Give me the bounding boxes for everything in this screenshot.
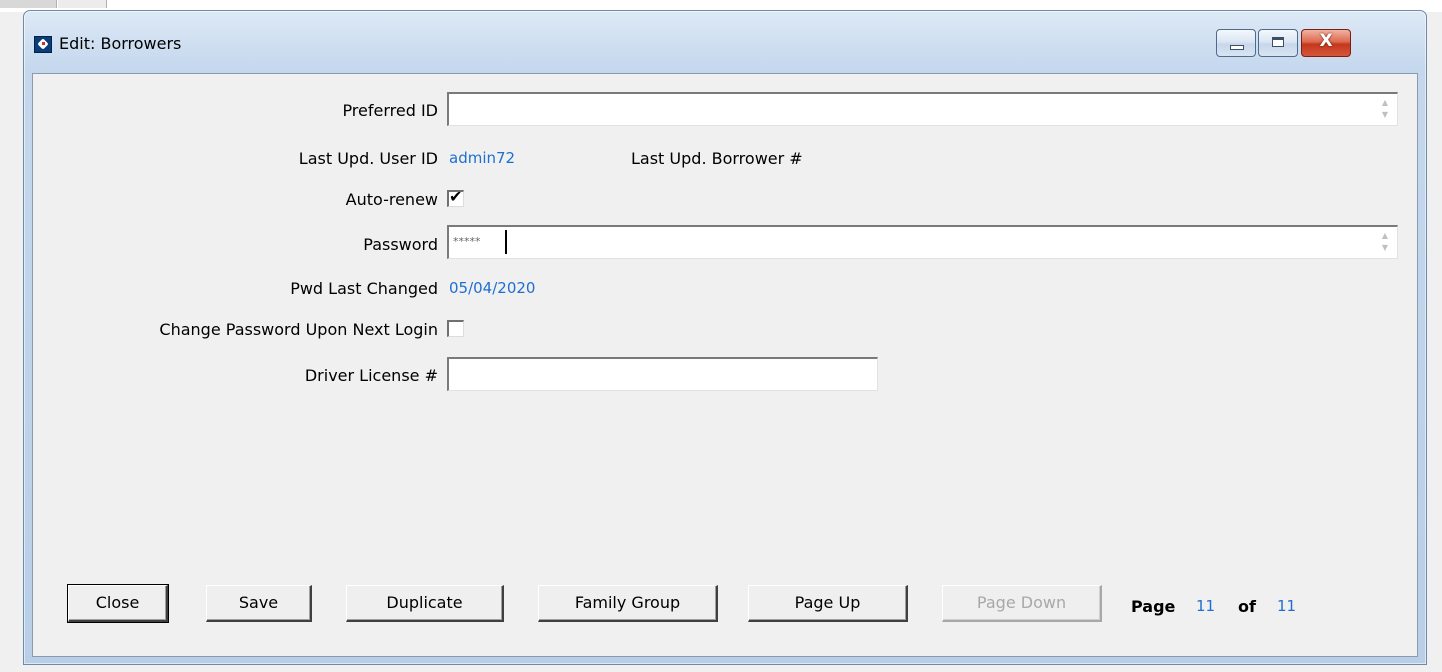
maximize-icon: [1272, 37, 1284, 47]
password-input[interactable]: ***** ▲ ▼: [447, 225, 1398, 259]
close-button[interactable]: Close: [68, 585, 168, 622]
title-bar[interactable]: Edit: Borrowers X: [24, 11, 1426, 73]
close-window-button[interactable]: X: [1301, 29, 1351, 57]
preferred-id-label: Preferred ID: [342, 101, 438, 120]
minimize-button[interactable]: [1216, 29, 1256, 57]
page-up-button[interactable]: Page Up: [748, 585, 908, 622]
background-tab: [0, 0, 57, 8]
password-label: Password: [363, 235, 438, 254]
close-icon: X: [1319, 31, 1333, 51]
field-scroll-icon[interactable]: ▲ ▼: [1379, 230, 1391, 254]
change-password-checkbox[interactable]: [447, 320, 464, 337]
driver-license-input[interactable]: [447, 357, 878, 391]
current-page: 11: [1196, 597, 1216, 615]
auto-renew-label: Auto-renew: [345, 190, 438, 209]
app-icon[interactable]: [34, 36, 52, 53]
field-scroll-icon[interactable]: ▲ ▼: [1379, 97, 1391, 121]
page-down-button: Page Down: [942, 585, 1102, 622]
maximize-button[interactable]: [1258, 29, 1298, 57]
change-password-label: Change Password Upon Next Login: [159, 320, 438, 339]
family-group-button[interactable]: Family Group: [538, 585, 718, 622]
minimize-icon: [1230, 45, 1244, 50]
checkmark-icon: ✔: [449, 187, 463, 206]
preferred-id-input[interactable]: ▲ ▼: [447, 92, 1398, 126]
password-mask: *****: [453, 235, 481, 248]
background-tab: [58, 0, 107, 8]
duplicate-button[interactable]: Duplicate: [346, 585, 504, 622]
text-caret: [505, 230, 507, 254]
form-panel: Preferred ID ▲ ▼ Last Upd. User ID admin7…: [32, 73, 1418, 657]
auto-renew-checkbox[interactable]: ✔: [447, 187, 464, 207]
last-upd-user-id-value: admin72: [449, 149, 516, 167]
driver-license-label: Driver License #: [304, 366, 438, 385]
last-upd-borrower-label: Last Upd. Borrower #: [631, 149, 803, 168]
of-label: of: [1238, 597, 1256, 616]
save-button[interactable]: Save: [206, 585, 312, 622]
last-upd-user-id-label: Last Upd. User ID: [298, 149, 438, 168]
edit-borrowers-window: Edit: Borrowers X Preferred ID ▲ ▼ Last U…: [23, 10, 1427, 665]
page-label: Page: [1131, 597, 1176, 616]
window-title: Edit: Borrowers: [59, 34, 182, 53]
total-pages: 11: [1277, 597, 1297, 615]
pwd-last-changed-label: Pwd Last Changed: [290, 279, 438, 298]
pwd-last-changed-value: 05/04/2020: [449, 279, 536, 297]
